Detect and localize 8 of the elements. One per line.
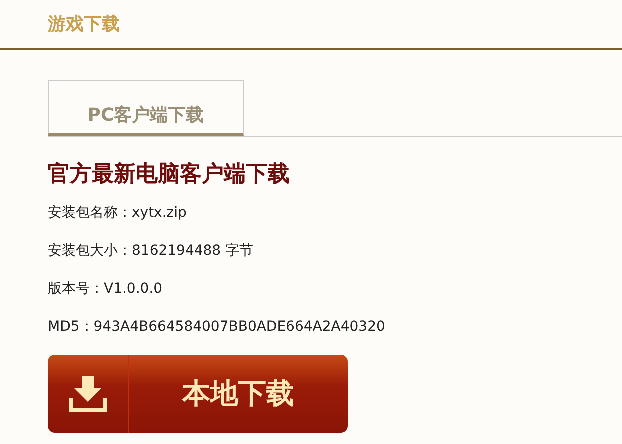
page-title: 游戏下载 — [48, 13, 120, 36]
download-button[interactable]: 本地下载 — [48, 355, 348, 433]
detail-line: 安装包大小：8162194488 字节 — [48, 242, 255, 261]
detail-line: MD5：943A4B664584007BB0ADE664A2A40320 — [48, 318, 386, 337]
detail-line: 安装包名称：xytx.zip — [48, 204, 188, 223]
section-title: 官方最新电脑客户端下载 — [48, 160, 291, 189]
detail-line: 版本号：V1.0.0.0 — [48, 280, 164, 299]
download-icon — [69, 376, 107, 412]
